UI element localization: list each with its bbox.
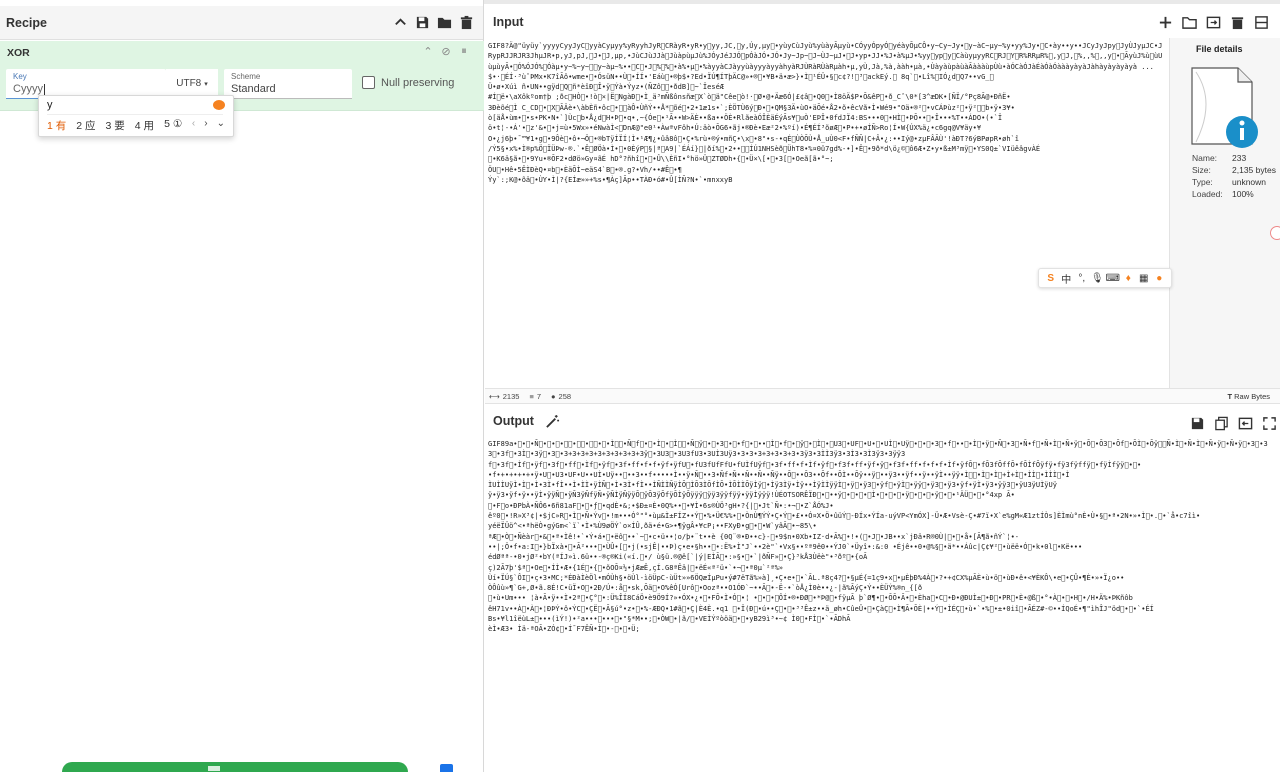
ime-toolbar: S 中 °, 🎙 ⌨ ♦ ▦ ● [1038, 268, 1172, 288]
file-type-label: Type: [1192, 177, 1213, 187]
reset-layout-icon[interactable] [1250, 11, 1272, 33]
copy-output-icon[interactable] [1210, 412, 1232, 434]
ime-prev-icon[interactable]: ‹ [192, 118, 195, 129]
operation-disable-icon[interactable]: ⊘ [438, 43, 454, 59]
scheme-label: Scheme [231, 72, 261, 81]
magic-wand-icon[interactable] [542, 410, 564, 432]
input-textarea[interactable]: GIF8?Ä@"üyüy`yyyyCyyJyC yyàCyµyy%yRyyhJy… [485, 38, 1169, 388]
chef-hat-icon [208, 766, 220, 771]
raw-bytes-toggle[interactable]: T Raw Bytes [1227, 392, 1270, 401]
operation-pause-icon[interactable]: ⏸ [456, 43, 472, 59]
key-input-value: Cyyyy [13, 83, 43, 95]
ime-candidate-popup: y 1 有 2 应 3 要 4 用 5 ① ‹ › ⌄ [38, 95, 234, 137]
ime-candidate[interactable]: 4 用 [135, 118, 154, 133]
input-title: Input [493, 15, 524, 29]
lines-icon: ≡ [529, 391, 534, 401]
save-recipe-icon[interactable] [411, 12, 433, 34]
ime-candidate[interactable]: 3 要 [106, 118, 125, 133]
operation-name: XOR [7, 47, 30, 59]
key-encoding-value: UTF8 [176, 78, 202, 89]
file-loaded-value: 100% [1232, 189, 1254, 199]
ime-candidates: 1 有 2 应 3 要 4 用 5 ① [47, 118, 182, 133]
output-header: Output [485, 406, 1280, 436]
io-panel: Input GIF8?Ä@"üyüy`yyyyCyyJyC y [485, 0, 1280, 772]
input-header: Input [485, 6, 1280, 38]
ime-expand-icon[interactable]: ⌄ [217, 118, 225, 129]
ime-candidate[interactable]: 1 有 [47, 118, 66, 133]
input-lines: 7 [536, 391, 542, 401]
scheme-value: Standard [231, 83, 276, 95]
keyboard-icon[interactable]: ⌨ [1106, 272, 1120, 284]
microphone-icon[interactable]: 🎙 [1091, 272, 1104, 284]
collapse-chevron-icon[interactable] [389, 12, 411, 34]
raw-bytes-label: Raw Bytes [1234, 392, 1270, 401]
maximise-output-icon[interactable] [1258, 412, 1280, 434]
file-name-value: 233 [1232, 153, 1247, 163]
file-info-icon [1191, 67, 1258, 148]
recipe-panel: Recipe XOR ⌃ ⊘ ⏸ Key Cyyyy UTF8 ▾ Scheme… [0, 0, 484, 772]
dropdown-caret-icon: ▾ [204, 80, 208, 88]
load-recipe-folder-icon[interactable] [433, 12, 455, 34]
file-size-label: Size: [1192, 165, 1211, 175]
add-tab-plus-icon[interactable] [1154, 11, 1176, 33]
ime-composition: y [47, 99, 53, 111]
null-preserving-checkbox[interactable] [362, 76, 375, 89]
open-folder-icon[interactable] [1178, 11, 1200, 33]
sogou-logo-icon[interactable]: S [1045, 272, 1057, 284]
recipe-header: Recipe [0, 6, 483, 40]
output-title: Output [493, 414, 534, 428]
open-file-icon[interactable] [1202, 11, 1224, 33]
file-name-label: Name: [1192, 153, 1218, 163]
file-loaded-label: Loaded: [1192, 189, 1223, 199]
punctuation-icon[interactable]: °, [1076, 272, 1088, 284]
auto-bake-checkbox[interactable] [440, 764, 453, 772]
replace-input-icon[interactable] [1234, 412, 1256, 434]
cyberchef-app: Recipe XOR ⌃ ⊘ ⏸ Key Cyyyy UTF8 ▾ Scheme… [0, 0, 1280, 772]
bake-button[interactable] [62, 762, 408, 772]
toolbox-grid-icon[interactable]: ▦ [1138, 272, 1150, 284]
key-label: Key [13, 72, 27, 81]
scheme-select[interactable]: Scheme Standard [224, 69, 352, 99]
ime-candidate[interactable]: 2 应 [76, 118, 95, 133]
file-details-panel: File details Name: 233 Size: 2,135 bytes T… [1169, 38, 1280, 388]
text-caret [43, 83, 45, 95]
mascot-icon[interactable]: ● [1153, 272, 1165, 284]
location-pin-icon: ● [551, 391, 556, 401]
input-status-bar: ⟷ 2135 ≡ 7 ● 258 T Raw Bytes [485, 388, 1280, 404]
text-format-icon: T [1227, 392, 1233, 401]
clear-recipe-trash-icon[interactable] [455, 12, 477, 34]
file-details-title: File details [1196, 44, 1243, 54]
clear-input-trash-icon[interactable] [1226, 11, 1248, 33]
extension-badge-icon[interactable] [1270, 226, 1280, 240]
file-size-value: 2,135 bytes [1232, 165, 1276, 175]
output-textarea: GIF89a• • •Ñ • • •  •  •  • •Ì  •Ñ f • •… [488, 440, 1268, 634]
null-preserving-option[interactable]: Null preserving [362, 76, 454, 89]
ime-candidate[interactable]: 5 ① [164, 118, 182, 133]
length-icon: ⟷ [489, 391, 500, 401]
file-type-value: unknown [1232, 177, 1267, 187]
cursor-position: 258 [558, 391, 572, 401]
null-preserving-label: Null preserving [381, 76, 455, 89]
save-output-icon[interactable] [1186, 412, 1208, 434]
operation-collapse-icon[interactable]: ⌃ [420, 43, 436, 59]
recipe-title: Recipe [6, 15, 47, 30]
ime-next-icon[interactable]: › [204, 118, 207, 129]
skin-icon[interactable]: ♦ [1122, 272, 1134, 284]
input-length: 2135 [502, 391, 520, 401]
chinese-mode-icon[interactable]: 中 [1060, 272, 1072, 286]
ime-logo-icon [213, 100, 225, 110]
